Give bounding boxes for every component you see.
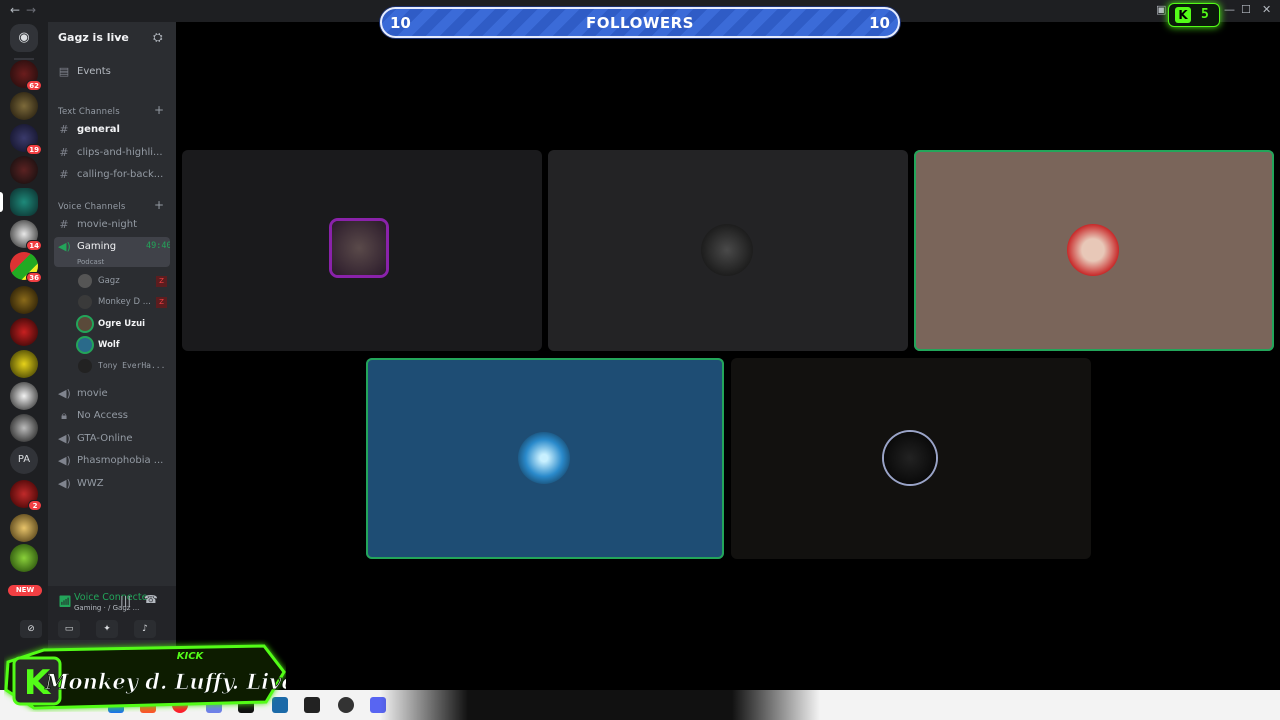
voice-member[interactable]: Gagz Z	[76, 272, 170, 291]
hash-icon: #	[59, 146, 69, 159]
channel-name: Monkey d. Luffy. Live	[44, 669, 286, 694]
server-icon[interactable]	[10, 544, 38, 572]
server-icon[interactable]: 2	[10, 480, 42, 511]
selected-indicator	[0, 192, 3, 212]
kick-channel-overlay: K KICK Monkey d. Luffy. Live	[4, 644, 286, 710]
avatar	[78, 274, 92, 288]
screen: { "followers_banner": { "left_count": "1…	[0, 0, 1280, 720]
server-icon[interactable]	[10, 286, 38, 314]
voice-member[interactable]: Ogre Uzui	[76, 315, 170, 334]
speaker-icon: ◀)	[58, 454, 71, 467]
server-icon[interactable]	[10, 318, 38, 346]
participant-tile[interactable]	[731, 358, 1091, 559]
followers-right-count: 10	[869, 14, 890, 32]
lock-icon: 🔒︎	[61, 409, 67, 422]
voice-channels-category[interactable]: Voice Channels	[58, 202, 125, 212]
new-badge: NEW	[8, 585, 42, 596]
kick-viewer-count: 5	[1201, 7, 1209, 22]
server-icon[interactable]: 62	[10, 60, 42, 91]
speaker-icon: ◀)	[58, 240, 71, 253]
stream-overlay-shadow	[380, 690, 820, 720]
channel-calling[interactable]: # calling-for-back...	[54, 165, 170, 185]
voice-channel-movie[interactable]: ◀) movie	[54, 384, 170, 404]
participant-tile[interactable]	[548, 150, 908, 351]
voice-channel-gaming[interactable]: ◀) Gaming 49:40	[54, 237, 170, 267]
kick-viewer-badge: K 5	[1168, 3, 1220, 27]
server-rail: ◉ 62 19 14 36 PA 2 NEW	[0, 22, 48, 690]
maximize-icon[interactable]: ☐	[1241, 3, 1251, 16]
server-icon[interactable]	[10, 156, 38, 184]
close-icon[interactable]: ✕	[1262, 3, 1271, 16]
activity-icon: Z	[156, 276, 167, 287]
text-channels-category[interactable]: Text Channels	[58, 107, 120, 117]
server-icon[interactable]	[10, 350, 38, 378]
server-icon[interactable]	[10, 382, 38, 410]
channel-movie-night[interactable]: # movie-night	[54, 215, 170, 235]
speaker-icon: ◀)	[58, 387, 71, 400]
server-icon[interactable]: 14	[10, 220, 42, 251]
forward-arrow-icon[interactable]: →	[26, 3, 36, 17]
participant-tile-speaking[interactable]	[366, 358, 724, 559]
app-icon[interactable]	[338, 697, 354, 713]
server-icon[interactable]	[10, 92, 38, 120]
speaker-icon: ◀)	[58, 432, 71, 445]
channel-general[interactable]: # general	[54, 120, 170, 140]
avatar	[78, 359, 92, 373]
channel-clips[interactable]: # clips-and-highli...	[54, 143, 170, 163]
server-icon[interactable]	[10, 514, 38, 542]
kick-logo-icon: K	[1175, 7, 1191, 23]
add-member-icon[interactable]: ⛭	[153, 30, 163, 45]
voice-member[interactable]: Wolf	[76, 336, 170, 355]
inbox-icon[interactable]: ▣	[1156, 3, 1166, 16]
kick-label: KICK	[177, 651, 205, 662]
avatar	[518, 432, 570, 484]
events-item[interactable]: ▤ Events	[54, 62, 170, 82]
followers-goal-banner: 10 FOLLOWERS 10	[380, 7, 900, 38]
avatar	[884, 432, 936, 484]
signal-icon: 📶︎	[58, 595, 72, 608]
voice-channel-phasmophobia[interactable]: ◀) Phasmophobia ...	[54, 451, 170, 471]
avatar	[332, 221, 386, 275]
add-channel-icon[interactable]: +	[154, 198, 164, 212]
server-icon[interactable]: 36	[10, 252, 42, 283]
speaker-icon: ◀)	[58, 477, 71, 490]
server-icon-pa[interactable]: PA	[10, 446, 38, 474]
minimize-icon[interactable]: —	[1224, 3, 1235, 16]
voice-status[interactable]: Voice Connecte	[74, 592, 147, 603]
noise-suppression-icon[interactable]: |||	[120, 594, 131, 607]
disconnect-icon[interactable]: ☎	[144, 593, 158, 606]
add-channel-icon[interactable]: +	[154, 103, 164, 117]
activity-icon: Z	[156, 297, 167, 308]
voice-channel-gta[interactable]: ◀) GTA-Online	[54, 429, 170, 449]
hash-icon: #	[59, 123, 69, 136]
server-icon[interactable]	[10, 414, 38, 442]
app-icon[interactable]	[304, 697, 320, 713]
voice-member[interactable]: Monkey D ... Z	[76, 293, 170, 312]
avatar	[78, 295, 92, 309]
followers-title: FOLLOWERS	[586, 14, 694, 32]
server-icon-gagz[interactable]	[0, 188, 38, 216]
voice-channel-no-access[interactable]: 🔒︎ No Access	[54, 406, 170, 426]
server-icon[interactable]: 19	[10, 124, 42, 155]
discord-home-icon[interactable]: ◉	[10, 24, 38, 52]
chevron-down-icon: ⌄	[114, 32, 122, 42]
avatar	[1067, 224, 1119, 276]
channel-status: Podcast	[77, 258, 105, 266]
voice-channel-wwz[interactable]: ◀) WWZ	[54, 474, 170, 494]
avatar	[78, 338, 92, 352]
avatar	[78, 317, 92, 331]
voice-timer: 49:40	[146, 241, 170, 251]
participant-tile[interactable]	[182, 150, 542, 351]
hash-icon: #	[59, 168, 69, 181]
participant-tile-speaking[interactable]	[914, 150, 1274, 351]
avatar	[701, 224, 753, 276]
server-header[interactable]: Gagz is live ⌄ ⛭	[48, 22, 176, 56]
voice-member[interactable]: Tony EverHa...	[76, 357, 170, 376]
calendar-icon: ▤	[58, 65, 70, 78]
hash-icon: #	[59, 218, 69, 231]
back-arrow-icon[interactable]: ←	[10, 3, 20, 17]
